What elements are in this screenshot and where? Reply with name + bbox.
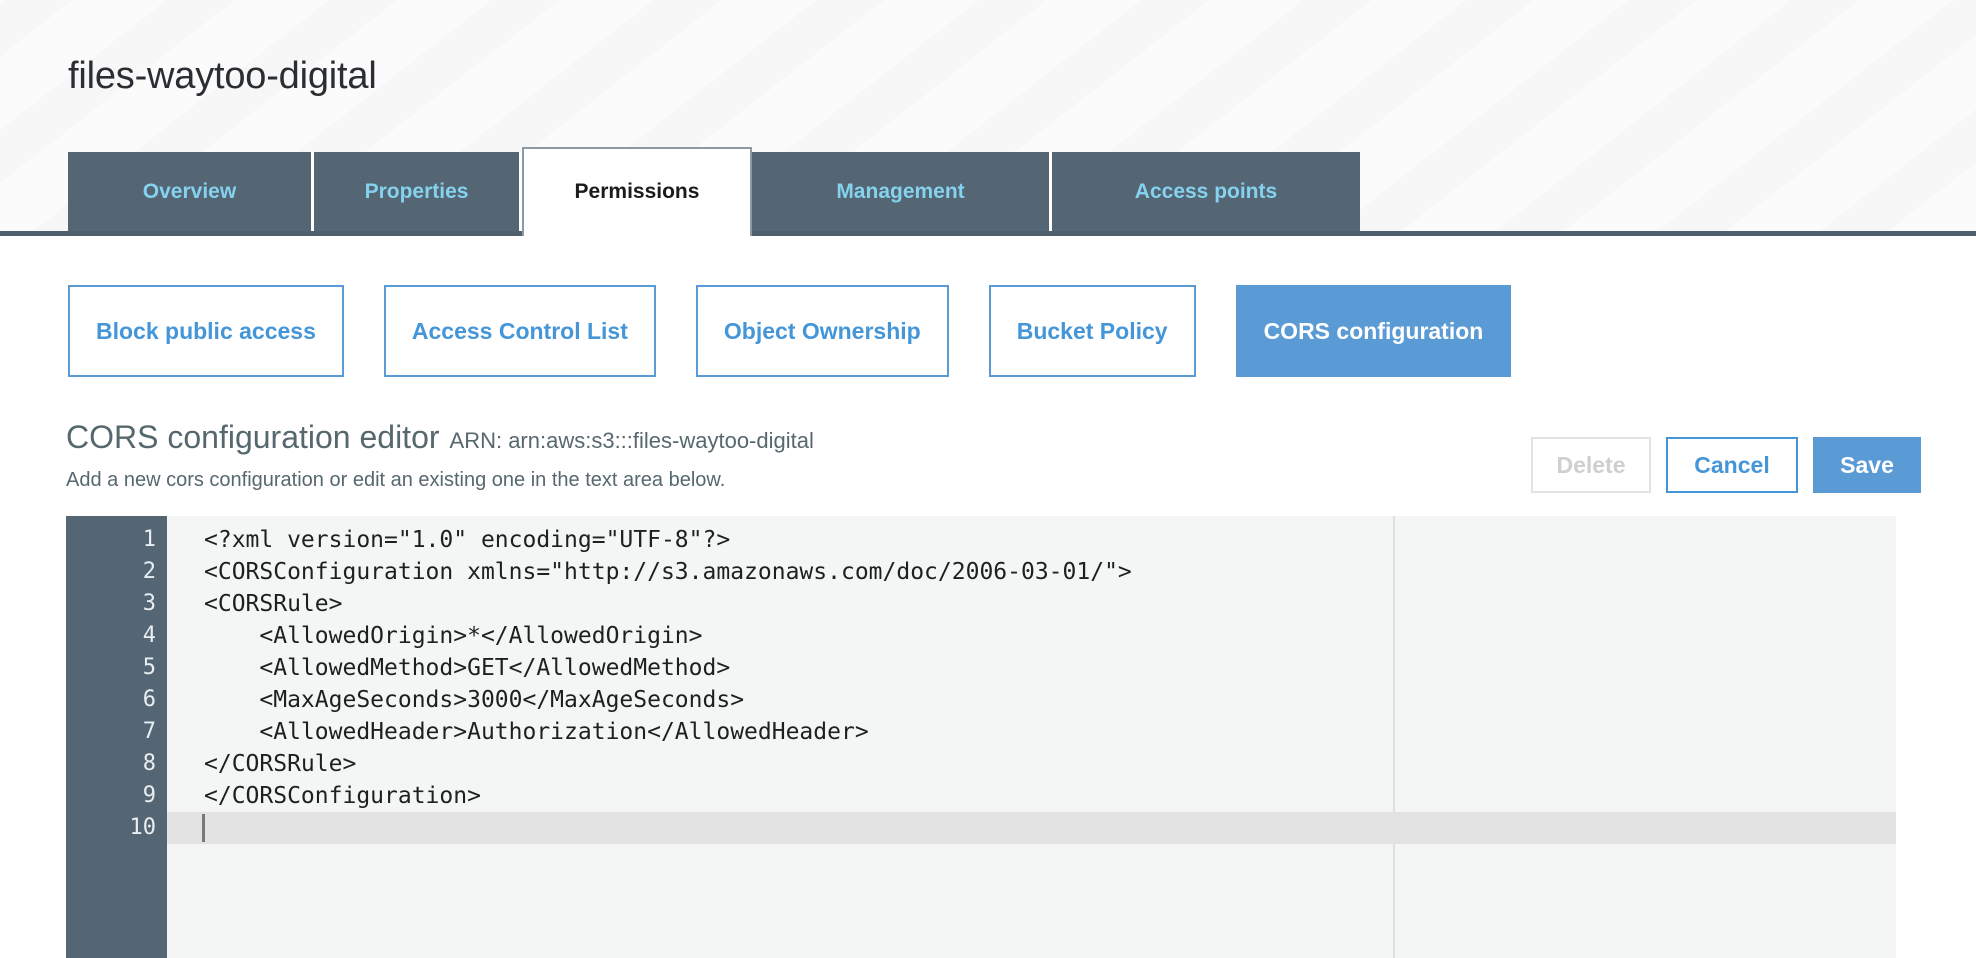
- code-line[interactable]: <CORSRule>: [167, 588, 1896, 620]
- line-number: 10: [129, 815, 157, 840]
- line-number: 4: [142, 623, 156, 648]
- line-number: 9: [142, 783, 156, 808]
- code-line[interactable]: <AllowedMethod>GET</AllowedMethod>: [167, 652, 1896, 684]
- code-line[interactable]: <AllowedHeader>Authorization</AllowedHea…: [167, 716, 1896, 748]
- editor-code-area[interactable]: <?xml version="1.0" encoding="UTF-8"?> <C…: [167, 516, 1896, 958]
- code-line[interactable]: [167, 812, 1896, 844]
- subnav-bucket-policy[interactable]: Bucket Policy: [988, 285, 1196, 377]
- line-number: 8: [142, 751, 156, 776]
- tab-permissions[interactable]: Permissions: [522, 147, 752, 236]
- cors-editor-subtitle: Add a new cors configuration or edit an …: [66, 469, 726, 491]
- cancel-button[interactable]: Cancel: [1666, 437, 1798, 493]
- cors-editor-heading: CORS configuration editor ARN: arn:aws:s3…: [66, 418, 814, 456]
- subnav-object-ownership[interactable]: Object Ownership: [695, 285, 949, 377]
- tabbar-underline: [0, 231, 1976, 236]
- subnav-cors-configuration[interactable]: CORS configuration: [1235, 285, 1512, 377]
- editor-action-buttons: Delete Cancel Save: [1531, 437, 1921, 493]
- code-line[interactable]: </CORSRule>: [167, 748, 1896, 780]
- bucket-tabbar: Overview Properties Permissions Management A…: [0, 147, 1976, 236]
- permissions-subnav: Block public access Access Control List Ob…: [68, 285, 1512, 377]
- code-line[interactable]: <CORSConfiguration xmlns="http://s3.amaz…: [167, 556, 1896, 588]
- editor-line-number-gutter: 1 2 3 4 5 6 7 8 9 10: [66, 516, 167, 958]
- code-line[interactable]: </CORSConfiguration>: [167, 780, 1896, 812]
- line-number: 1: [142, 527, 156, 552]
- tab-access-points[interactable]: Access points: [1052, 152, 1360, 231]
- cors-editor-title: CORS configuration editor: [66, 419, 440, 455]
- save-button[interactable]: Save: [1813, 437, 1921, 493]
- subnav-block-public-access[interactable]: Block public access: [68, 285, 344, 377]
- tab-overview[interactable]: Overview: [68, 152, 314, 231]
- code-line[interactable]: <?xml version="1.0" encoding="UTF-8"?>: [167, 524, 1896, 556]
- tab-properties[interactable]: Properties: [314, 152, 522, 231]
- line-number: 5: [142, 655, 156, 680]
- delete-button[interactable]: Delete: [1531, 437, 1651, 493]
- line-number: 2: [142, 559, 156, 584]
- bucket-arn-label: ARN: arn:aws:s3:::files-waytoo-digital: [449, 428, 814, 453]
- tab-management[interactable]: Management: [752, 152, 1052, 231]
- line-number: 6: [142, 687, 156, 712]
- text-cursor: [202, 814, 205, 842]
- s3-bucket-permissions-page: files-waytoo-digital Overview Properties P…: [0, 0, 1976, 958]
- code-line[interactable]: <AllowedOrigin>*</AllowedOrigin>: [167, 620, 1896, 652]
- tab-list: Overview Properties Permissions Management A…: [68, 147, 1360, 236]
- cors-xml-editor[interactable]: 1 2 3 4 5 6 7 8 9 10 <?xml version="1.0" encoding…: [66, 516, 1896, 958]
- code-line[interactable]: <MaxAgeSeconds>3000</MaxAgeSeconds>: [167, 684, 1896, 716]
- line-number: 7: [142, 719, 156, 744]
- page-title: files-waytoo-digital: [68, 55, 377, 97]
- subnav-access-control-list[interactable]: Access Control List: [383, 285, 656, 377]
- line-number: 3: [142, 591, 156, 616]
